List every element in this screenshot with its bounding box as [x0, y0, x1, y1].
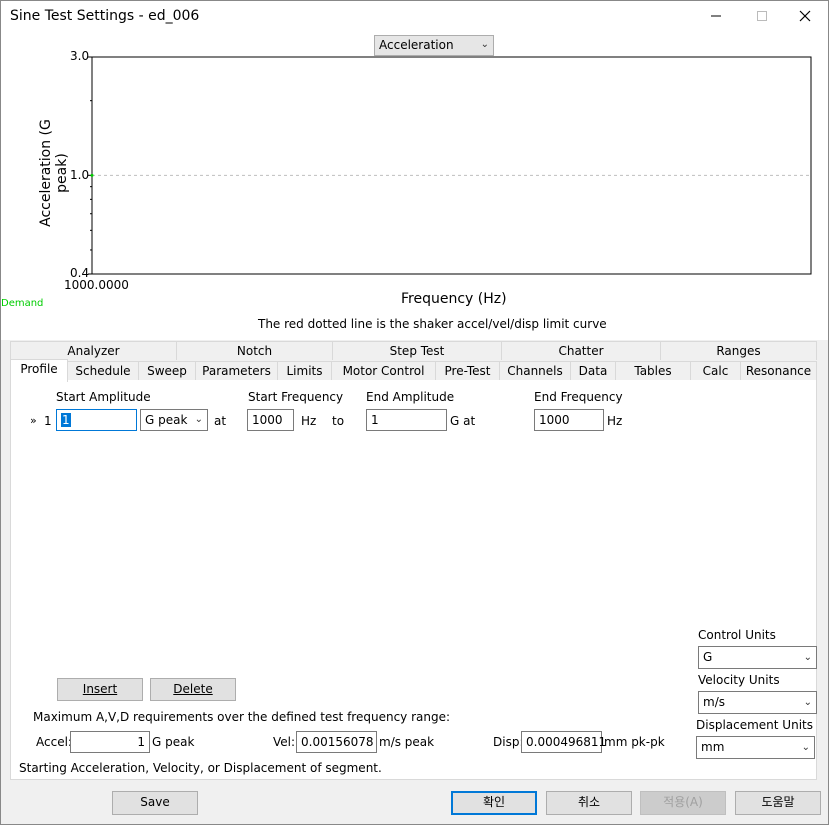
- insert-button[interactable]: Insert: [57, 678, 143, 701]
- delete-button[interactable]: Delete: [150, 678, 236, 701]
- displacement-units-label: Displacement Units: [696, 718, 813, 732]
- chevron-down-icon: ⌄: [801, 742, 810, 753]
- to-label: to: [332, 414, 345, 428]
- max-requirements-text: Maximum A,V,D requirements over the defi…: [33, 710, 451, 724]
- demand-data-point: [90, 173, 94, 177]
- start-frequency-input[interactable]: 1000: [247, 409, 294, 431]
- amplitude-unit-select[interactable]: G peak ⌄: [140, 409, 208, 431]
- end-frequency-input[interactable]: 1000: [534, 409, 604, 431]
- end-frequency-header: End Frequency: [534, 390, 623, 404]
- chevron-down-icon: ⌄: [803, 652, 812, 663]
- tab-chatter[interactable]: Chatter: [501, 341, 661, 360]
- vel-field: 0.00156078: [296, 731, 377, 753]
- control-units-select[interactable]: G ⌄: [698, 646, 817, 669]
- tab-notch[interactable]: Notch: [176, 341, 333, 360]
- tab-schedule[interactable]: Schedule: [67, 361, 139, 380]
- tab-sweep[interactable]: Sweep: [138, 361, 196, 380]
- current-row-marker: »: [30, 414, 37, 427]
- tab-parameters[interactable]: Parameters: [195, 361, 278, 380]
- chart-note: The red dotted line is the shaker accel/…: [258, 317, 607, 331]
- chevron-down-icon: ⌄: [803, 697, 812, 708]
- tab-motor-control[interactable]: Motor Control: [331, 361, 436, 380]
- control-units-value: G: [703, 650, 713, 664]
- g-at-label: G at: [450, 414, 476, 428]
- disp-unit: mm pk-pk: [604, 735, 665, 749]
- tab-row-bottom: Profile Schedule Sweep Parameters Limits…: [10, 359, 817, 382]
- displacement-units-value: mm: [701, 740, 725, 754]
- disp-label: Disp:: [493, 735, 524, 749]
- at-label: at: [214, 414, 227, 428]
- tab-pre-test[interactable]: Pre-Test: [435, 361, 500, 380]
- plot-frame: [91, 56, 812, 275]
- tab-resonance[interactable]: Resonance: [740, 361, 817, 380]
- accel-field: 1: [70, 731, 150, 753]
- cancel-button[interactable]: 취소: [546, 791, 632, 815]
- disp-value: 0.000496811: [526, 735, 607, 749]
- chevron-down-icon: ⌄: [194, 414, 203, 425]
- accel-unit: G peak: [152, 735, 195, 749]
- tab-data[interactable]: Data: [570, 361, 616, 380]
- legend-demand: Demand: [1, 298, 44, 309]
- start-amplitude-input[interactable]: 1: [56, 409, 137, 431]
- x-tick-label: 1000.0000: [64, 278, 129, 292]
- y-axis-label: Acceleration (G peak): [38, 119, 70, 227]
- hz-label-1: Hz: [301, 414, 317, 428]
- velocity-units-value: m/s: [703, 695, 725, 709]
- x-axis-label: Frequency (Hz): [401, 291, 507, 307]
- y-tick-top: 3.0: [70, 49, 90, 63]
- vel-unit: m/s peak: [379, 735, 435, 749]
- tab-channels[interactable]: Channels: [499, 361, 571, 380]
- start-amplitude-header: Start Amplitude: [56, 390, 151, 404]
- tab-limits[interactable]: Limits: [277, 361, 332, 380]
- y-axis-ticks: [88, 56, 92, 275]
- control-units-label: Control Units: [698, 628, 776, 642]
- accel-label: Accel:: [36, 735, 72, 749]
- ok-button[interactable]: 확인: [451, 791, 537, 815]
- tab-ranges[interactable]: Ranges: [660, 341, 817, 360]
- start-amplitude-value: 1: [61, 413, 71, 427]
- start-frequency-header: Start Frequency: [248, 390, 344, 404]
- tab-analyzer[interactable]: Analyzer: [10, 341, 177, 360]
- row-index: 1: [44, 414, 52, 428]
- y-tick-mid: 1.0: [70, 168, 90, 182]
- displacement-units-select[interactable]: mm ⌄: [696, 736, 815, 759]
- status-text: Starting Acceleration, Velocity, or Disp…: [19, 761, 382, 775]
- hz-label-2: Hz: [607, 414, 623, 428]
- accel-value: 1: [137, 735, 145, 749]
- end-frequency-value: 1000: [539, 413, 570, 427]
- tab-row-top: Analyzer Notch Step Test Chatter Ranges: [10, 341, 817, 360]
- end-amplitude-input[interactable]: 1: [366, 409, 447, 431]
- tab-tables[interactable]: Tables: [615, 361, 691, 380]
- end-amplitude-header: End Amplitude: [366, 390, 455, 404]
- vel-value: 0.00156078: [301, 735, 374, 749]
- tab-step-test[interactable]: Step Test: [332, 341, 502, 360]
- amplitude-unit-value: G peak: [145, 413, 188, 427]
- help-button[interactable]: 도움말: [735, 791, 821, 815]
- apply-button[interactable]: 적용(A): [640, 791, 726, 815]
- start-frequency-value: 1000: [252, 413, 283, 427]
- velocity-units-label: Velocity Units: [698, 673, 780, 687]
- velocity-units-select[interactable]: m/s ⌄: [698, 691, 817, 714]
- tab-calc[interactable]: Calc: [690, 361, 741, 380]
- save-button[interactable]: Save: [112, 791, 198, 815]
- end-amplitude-value: 1: [371, 413, 379, 427]
- disp-field: 0.000496811: [521, 731, 606, 753]
- vel-label: Vel:: [273, 735, 296, 749]
- tab-profile[interactable]: Profile: [10, 359, 68, 382]
